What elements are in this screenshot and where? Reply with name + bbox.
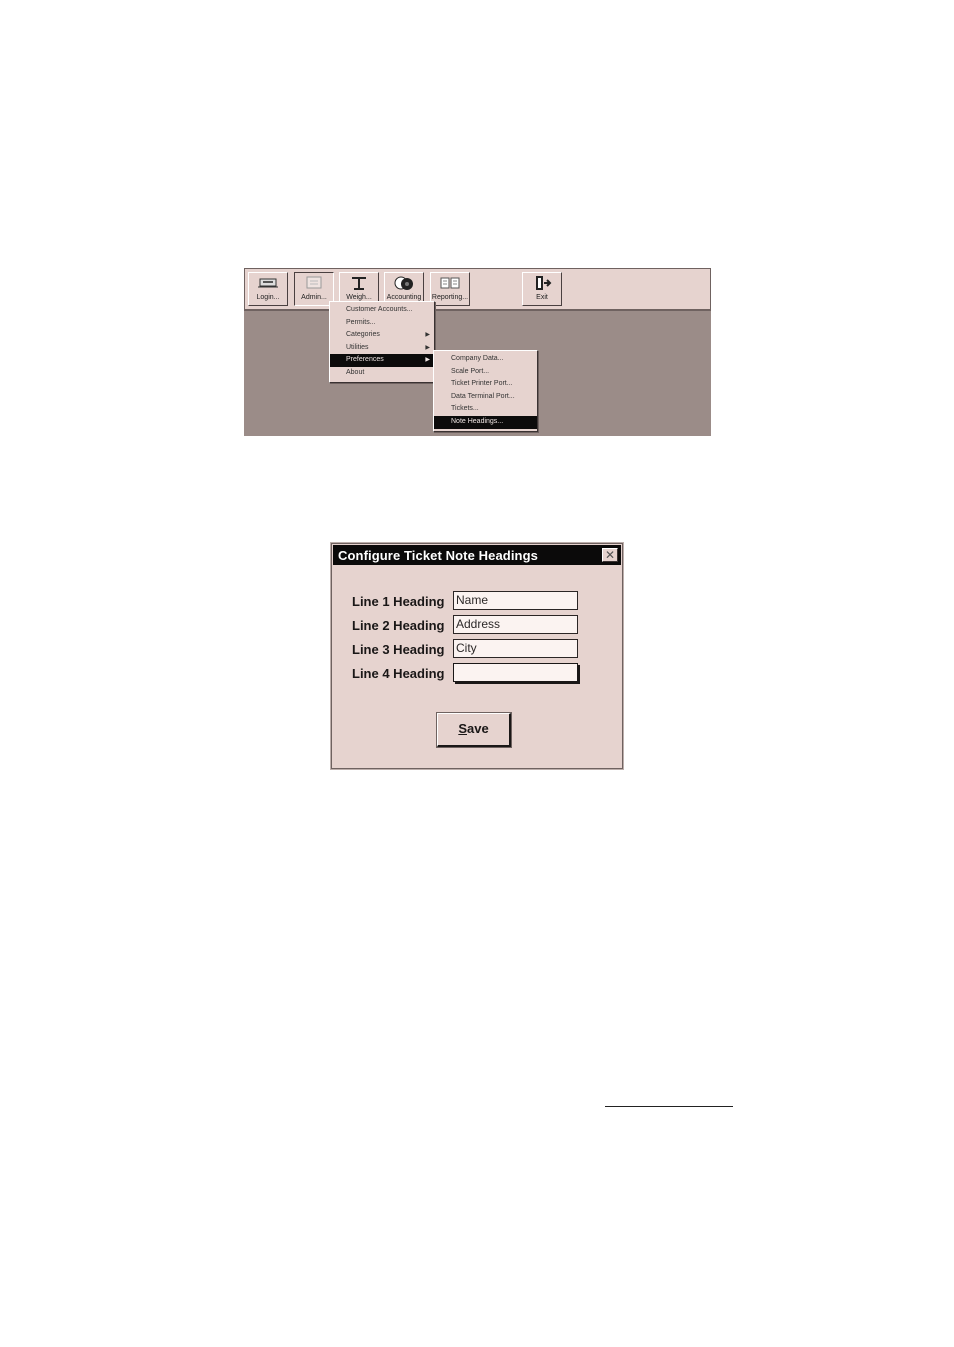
login-icon <box>258 278 278 288</box>
submenu-arrow-icon: ▶ <box>425 332 430 339</box>
toolbar-exit-label: Exit <box>536 294 548 301</box>
admin-icon <box>306 276 322 289</box>
toolbar-admin-button[interactable]: Admin... <box>294 272 334 306</box>
line-3-heading-label: Line 3 Heading <box>352 642 445 657</box>
menu-item-label: Company Data... <box>451 355 504 362</box>
menu-item-label: Permits... <box>346 318 376 326</box>
line-2-heading-label: Line 2 Heading <box>352 618 445 633</box>
toolbar-reporting-button[interactable]: Reporting... <box>430 272 470 306</box>
app-window: Login... Admin... Weigh... Accounting Re… <box>244 268 711 436</box>
submenu-arrow-icon: ▶ <box>425 357 430 364</box>
submenu-arrow-icon: ▶ <box>425 344 430 351</box>
menu-item-categories[interactable]: Categories ▶ <box>330 329 434 342</box>
toolbar-login-label: Login... <box>256 294 280 301</box>
menu-item-permits[interactable]: Permits... <box>330 317 434 330</box>
line-1-heading-label: Line 1 Heading <box>352 594 445 609</box>
exit-icon <box>536 276 552 290</box>
close-icon: ✕ <box>604 548 616 562</box>
line-1-heading-input[interactable]: Name <box>453 591 578 610</box>
menu-item-label: Tickets... <box>451 405 479 413</box>
toolbar-admin-label: Admin... <box>301 294 327 301</box>
menu-item-ticket-printer-port[interactable]: Ticket Printer Port... <box>434 378 537 391</box>
save-label: ave <box>466 721 489 736</box>
toolbar: Login... Admin... Weigh... Accounting Re… <box>244 268 711 311</box>
footnote-divider <box>605 1106 733 1107</box>
preferences-submenu: Company Data... Scale Port... Ticket Pri… <box>433 350 538 432</box>
menu-item-label: Note Headings... <box>451 417 504 425</box>
line-3-heading-input[interactable]: City <box>453 639 578 658</box>
menu-item-utilities[interactable]: Utilities ▶ <box>330 342 434 355</box>
menu-item-label: Categories <box>346 331 380 339</box>
close-button[interactable]: ✕ <box>602 548 618 562</box>
save-mnemonic: S <box>458 721 467 736</box>
menu-item-label: Data Terminal Port... <box>451 392 515 400</box>
line-4-heading-input[interactable] <box>453 663 578 682</box>
menu-item-label: Scale Port... <box>451 367 490 375</box>
menu-item-label: Utilities <box>346 343 369 351</box>
accounting-icon <box>394 276 413 290</box>
menu-item-label: Ticket Printer Port... <box>451 380 513 388</box>
menu-item-note-headings[interactable]: Note Headings... <box>434 415 537 429</box>
menu-item-preferences[interactable]: Preferences ▶ <box>330 354 434 367</box>
scale-icon <box>352 277 366 290</box>
menu-item-label: Customer Accounts... <box>346 306 413 313</box>
note-headings-dialog: Configure Ticket Note Headings ✕ Line 1 … <box>330 542 624 770</box>
menu-item-label: About <box>346 368 365 376</box>
line-2-heading-input[interactable]: Address <box>453 615 578 634</box>
dialog-titlebar[interactable]: Configure Ticket Note Headings ✕ <box>333 545 621 565</box>
line-4-heading-label: Line 4 Heading <box>352 666 445 681</box>
dialog-title: Configure Ticket Note Headings <box>338 548 538 563</box>
admin-menu: Customer Accounts... Permits... Categori… <box>329 301 435 383</box>
menu-item-tickets[interactable]: Tickets... <box>434 403 537 416</box>
menu-item-label: Preferences <box>346 356 384 364</box>
reporting-icon <box>440 277 460 289</box>
menu-item-customer-accounts[interactable]: Customer Accounts... <box>330 304 434 317</box>
toolbar-login-button[interactable]: Login... <box>248 272 288 306</box>
menu-item-company-data[interactable]: Company Data... <box>434 353 537 366</box>
toolbar-exit-button[interactable]: Exit <box>522 272 562 306</box>
save-button[interactable]: Save <box>436 712 512 748</box>
toolbar-reporting-label: Reporting... <box>431 294 469 301</box>
menu-item-data-terminal-port[interactable]: Data Terminal Port... <box>434 391 537 404</box>
menu-item-about[interactable]: About <box>330 367 434 380</box>
menu-item-scale-port[interactable]: Scale Port... <box>434 366 537 379</box>
